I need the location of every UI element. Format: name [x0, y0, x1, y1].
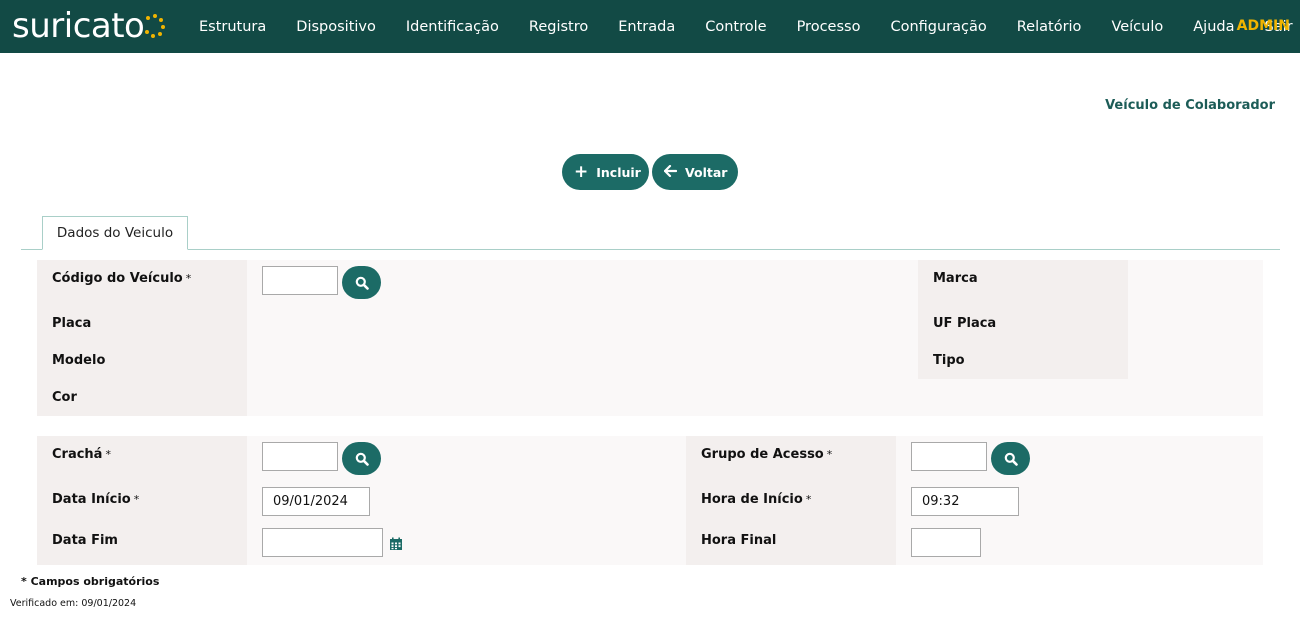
codigo-veiculo-input[interactable] — [262, 266, 338, 295]
marca-label: Marca — [933, 271, 978, 286]
grupo-acesso-label-text: Grupo de Acesso — [701, 447, 824, 462]
required-fields-note: * Campos obrigatórios — [21, 575, 160, 588]
required-mark: * — [133, 493, 140, 506]
verified-date: Verificado em: 09/01/2024 — [10, 598, 137, 609]
codigo-veiculo-search-button[interactable] — [342, 266, 381, 299]
logo-dots-icon — [145, 14, 166, 38]
tipo-label: Tipo — [933, 353, 965, 368]
hora-inicio-input[interactable] — [911, 487, 1019, 516]
cracha-label: Crachá * — [52, 447, 111, 462]
user-name[interactable]: ADMIN — [1237, 18, 1290, 34]
main-menu: Estrutura Dispositivo Identificação Regi… — [184, 0, 1300, 53]
data-inicio-label: Data Início * — [52, 492, 139, 507]
menu-dispositivo[interactable]: Dispositivo — [281, 19, 391, 35]
data-fim-label: Data Fim — [52, 533, 118, 548]
grupo-acesso-search-button[interactable] — [991, 442, 1030, 475]
modelo-label: Modelo — [52, 353, 106, 368]
data-inicio-label-text: Data Início — [52, 492, 131, 507]
codigo-veiculo-label-text: Código do Veículo — [52, 271, 183, 286]
suricato-logo[interactable]: suricato — [12, 4, 166, 48]
menu-entrada[interactable]: Entrada — [603, 19, 690, 35]
incluir-label: Incluir — [596, 164, 641, 180]
hora-final-input[interactable] — [911, 528, 981, 557]
page-title: Veículo de Colaborador — [1105, 98, 1275, 113]
incluir-button[interactable]: + Incluir — [562, 154, 649, 190]
menu-registro[interactable]: Registro — [514, 19, 603, 35]
menu-relatorio[interactable]: Relatório — [1002, 19, 1097, 35]
required-mark: * — [805, 493, 812, 506]
menu-identificacao[interactable]: Identificação — [391, 19, 514, 35]
grupo-acesso-input[interactable] — [911, 442, 987, 471]
menu-veiculo[interactable]: Veículo — [1096, 19, 1178, 35]
data-inicio-input[interactable] — [262, 487, 370, 516]
required-mark: * — [826, 448, 833, 461]
menu-configuracao[interactable]: Configuração — [875, 19, 1001, 35]
hora-inicio-label: Hora de Início * — [701, 492, 811, 507]
cor-label: Cor — [52, 390, 77, 405]
calendar-icon[interactable] — [389, 537, 403, 551]
required-mark: * — [105, 448, 111, 461]
hora-final-label: Hora Final — [701, 533, 777, 548]
menu-estrutura[interactable]: Estrutura — [184, 19, 281, 35]
uf-placa-label: UF Placa — [933, 316, 997, 331]
search-icon — [355, 452, 369, 466]
data-fim-input[interactable] — [262, 528, 383, 557]
required-mark: * — [185, 272, 192, 285]
logo-text: suricato — [12, 6, 145, 46]
hora-inicio-label-text: Hora de Início — [701, 492, 803, 507]
search-icon — [355, 276, 369, 290]
arrow-left-icon — [663, 164, 678, 181]
grupo-acesso-label: Grupo de Acesso * — [701, 447, 832, 462]
plus-icon: + — [574, 161, 589, 182]
search-icon — [1004, 452, 1018, 466]
menu-processo[interactable]: Processo — [782, 19, 876, 35]
tab-divider — [21, 249, 1280, 250]
codigo-veiculo-label: Código do Veículo * — [52, 271, 191, 286]
placa-label: Placa — [52, 316, 92, 331]
cracha-search-button[interactable] — [342, 442, 381, 475]
voltar-label: Voltar — [685, 164, 728, 180]
tab-dados-do-veiculo[interactable]: Dados do Veiculo — [42, 216, 188, 250]
voltar-button[interactable]: Voltar — [652, 154, 738, 190]
cracha-label-text: Crachá — [52, 447, 103, 462]
menu-controle[interactable]: Controle — [690, 19, 781, 35]
cracha-input[interactable] — [262, 442, 338, 471]
top-navbar: suricato Estrutura Dispositivo Identific… — [0, 0, 1300, 53]
